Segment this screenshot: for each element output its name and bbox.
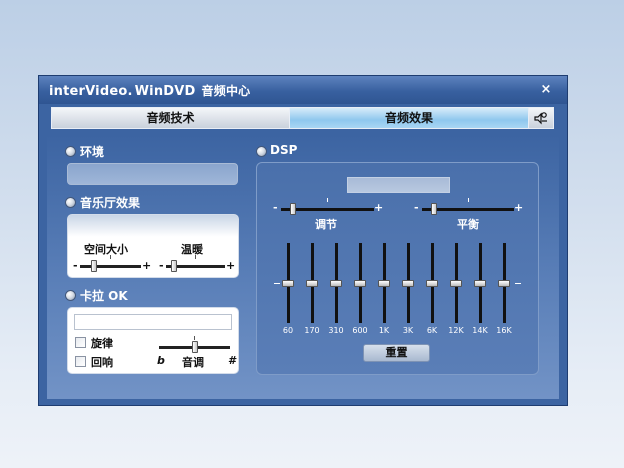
space-size-plus: + — [142, 259, 152, 272]
eq-band-label-310: 310 — [328, 326, 344, 335]
brand-product-name: WinDVD — [134, 84, 196, 99]
space-size-minus: - — [73, 259, 78, 272]
concert-hall-radio[interactable] — [65, 197, 76, 208]
dsp-label: DSP — [270, 143, 298, 157]
dsp-radio[interactable] — [256, 146, 267, 157]
dsp-panel: - + 调节 - + 平衡 60 170 310 600 1K 3K 6K 12K 14K 16K… — [256, 162, 539, 375]
window-title: 音频中心 — [201, 84, 251, 98]
warmth-center-tick — [195, 255, 196, 259]
karaoke-label: 卡拉 OK — [80, 289, 128, 303]
eq-band-label-60: 60 — [282, 326, 294, 335]
reset-button[interactable]: 重置 — [363, 344, 430, 362]
speaker-settings-icon[interactable] — [528, 107, 554, 129]
warmth-label: 温暖 — [181, 243, 203, 256]
environment-radio[interactable] — [65, 146, 76, 157]
eq-band-label-6K: 6K — [426, 326, 438, 335]
eq-band-thumb-1K[interactable] — [378, 280, 390, 287]
eq-band-thumb-3K[interactable] — [402, 280, 414, 287]
eq-band-label-14K: 14K — [472, 326, 488, 335]
tone-center-tick — [194, 336, 195, 340]
warmth-slider-thumb[interactable] — [171, 260, 178, 272]
tab-audio-effects[interactable]: 音频效果 — [289, 107, 529, 129]
eq-band-thumb-16K[interactable] — [498, 280, 510, 287]
tone-slider-thumb[interactable] — [191, 341, 198, 353]
app-title: interVideo. WinDVD 音频中心 — [49, 82, 250, 99]
sharp-symbol: # — [228, 354, 236, 367]
karaoke-radio[interactable] — [65, 290, 76, 301]
close-icon[interactable]: × — [539, 83, 553, 97]
eq-zero-marker-left — [274, 283, 280, 284]
echo-label: 回响 — [91, 356, 113, 369]
karaoke-song-field[interactable] — [74, 314, 232, 330]
melody-label: 旋律 — [91, 337, 113, 350]
tab-audio-technology[interactable]: 音频技术 — [51, 107, 290, 129]
eq-band-thumb-12K[interactable] — [450, 280, 462, 287]
brand-logo-text: interVideo. — [49, 84, 133, 99]
warmth-plus: + — [226, 259, 236, 272]
eq-band-label-600: 600 — [352, 326, 368, 335]
flat-symbol: b — [157, 354, 165, 367]
karaoke-panel: 旋律 回响 b 音调 # — [67, 307, 239, 374]
eq-band-thumb-600[interactable] — [354, 280, 366, 287]
environment-select[interactable] — [67, 163, 238, 185]
tab-bar: 音频技术 音频效果 — [51, 107, 554, 131]
concert-hall-panel: 空间大小 温暖 - + - + — [67, 214, 239, 278]
eq-zero-marker-right — [515, 283, 521, 284]
tone-label: 音调 — [182, 356, 204, 369]
eq-band-thumb-170[interactable] — [306, 280, 318, 287]
space-size-center-tick — [110, 255, 111, 259]
eq-band-label-12K: 12K — [448, 326, 464, 335]
eq-band-label-16K: 16K — [496, 326, 512, 335]
eq-band-label-3K: 3K — [402, 326, 414, 335]
eq-band-thumb-6K[interactable] — [426, 280, 438, 287]
space-size-slider[interactable] — [80, 265, 141, 268]
equalizer: 60 170 310 600 1K 3K 6K 12K 14K 16K — [257, 163, 538, 374]
environment-label: 环境 — [80, 145, 105, 159]
concert-hall-label: 音乐厅效果 — [80, 196, 141, 210]
echo-checkbox[interactable] — [75, 356, 86, 367]
eq-band-thumb-14K[interactable] — [474, 280, 486, 287]
eq-band-label-170: 170 — [304, 326, 320, 335]
space-size-label: 空间大小 — [84, 243, 128, 256]
eq-band-thumb-60[interactable] — [282, 280, 294, 287]
eq-band-thumb-310[interactable] — [330, 280, 342, 287]
melody-checkbox[interactable] — [75, 337, 86, 348]
warmth-minus: - — [159, 259, 164, 272]
eq-band-label-1K: 1K — [378, 326, 390, 335]
space-size-slider-thumb[interactable] — [91, 260, 97, 272]
title-bar[interactable]: interVideo. WinDVD 音频中心 × — [39, 76, 567, 104]
